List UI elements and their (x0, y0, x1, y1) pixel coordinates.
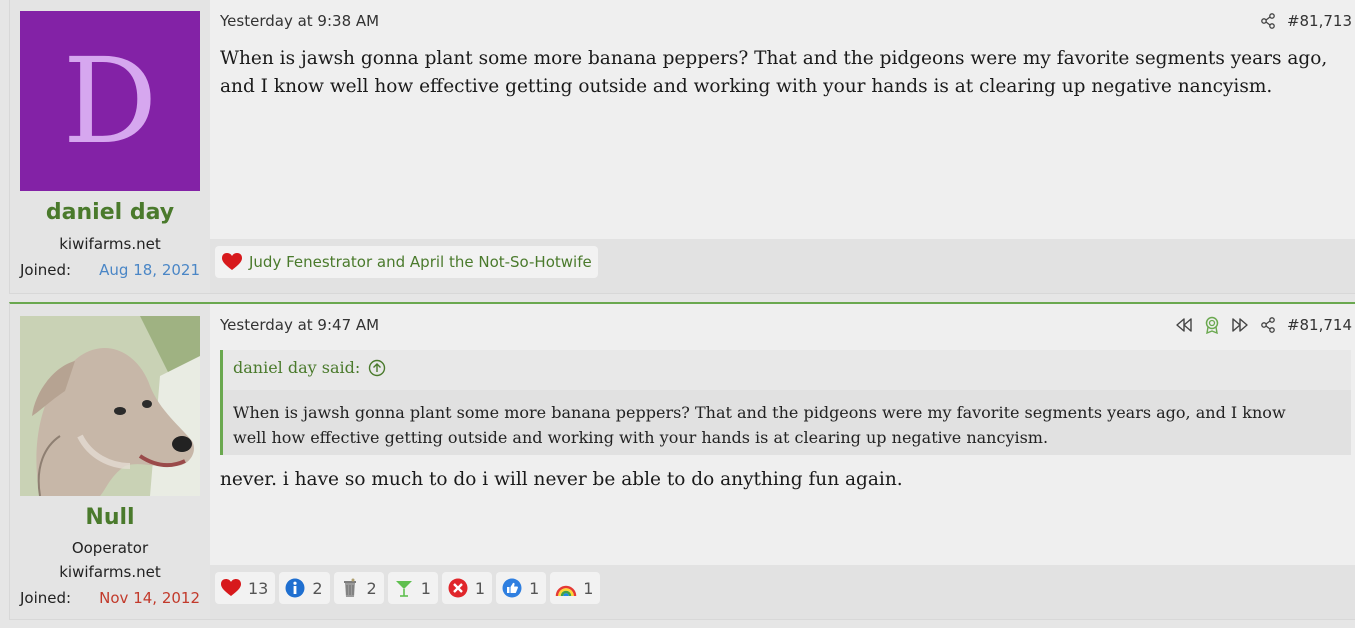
reaction-count: 1 (420, 578, 431, 598)
post-number[interactable]: #81,713 (1287, 12, 1352, 30)
reaction-count: 13 (248, 578, 269, 598)
reaction-bar: Judy Fenestrator and April the Not-So-Ho… (210, 239, 1355, 293)
thumbs-up-icon (501, 577, 523, 599)
rainbow-icon (555, 577, 577, 599)
reaction-count: 2 (366, 578, 377, 598)
reaction-summary[interactable]: Judy Fenestrator and April the Not-So-Ho… (215, 246, 598, 278)
joined-label: Joined: (20, 261, 72, 279)
heart-icon (221, 251, 243, 273)
post: D daniel day kiwifarms.net Joined: Aug 1… (9, 0, 1355, 294)
reaction-count: 1 (583, 578, 594, 598)
message-area: Yesterday at 9:38 AM #81,713 When is jaw… (210, 0, 1355, 293)
share-icon[interactable] (1259, 12, 1277, 30)
quote-block: daniel day said: When is jawsh gonna pla… (220, 350, 1351, 455)
quote-header[interactable]: daniel day said: (233, 358, 386, 377)
user-sidebar: Null Ooperator kiwifarms.net Joined: Nov… (10, 304, 210, 619)
post-actions: #81,713 (1259, 12, 1352, 30)
reaction-count: 1 (529, 578, 540, 598)
info-icon (284, 577, 306, 599)
trash-can-icon (339, 577, 361, 599)
post-number[interactable]: #81,714 (1287, 316, 1352, 334)
username[interactable]: daniel day (10, 200, 210, 225)
x-mark-icon (447, 577, 469, 599)
heart-icon (220, 577, 242, 599)
reaction-bar: 13 2 2 1 1 1 1 (210, 565, 1355, 619)
user-site: kiwifarms.net (59, 235, 161, 253)
joined-date: Nov 14, 2012 (99, 589, 200, 607)
reaction-martini[interactable]: 1 (387, 572, 438, 604)
dog-avatar-image (20, 316, 200, 496)
post-date[interactable]: Yesterday at 9:38 AM (220, 12, 379, 30)
martini-icon (393, 577, 415, 599)
arrow-up-circle-icon[interactable] (368, 359, 386, 377)
reaction-thumbs-up[interactable]: 1 (496, 572, 547, 604)
award-icon[interactable] (1203, 316, 1221, 334)
reaction-count: 1 (474, 578, 486, 598)
post-actions: #81,714 (1175, 316, 1352, 334)
reaction-x[interactable]: 1 (441, 572, 493, 604)
quote-author[interactable]: daniel day said: (233, 358, 360, 377)
user-title: Ooperator (71, 539, 149, 557)
fast-forward-icon[interactable] (1231, 316, 1249, 334)
reaction-trash[interactable]: 2 (333, 572, 384, 604)
username[interactable]: Null (10, 505, 210, 530)
reaction-summary-text[interactable]: Judy Fenestrator and April the Not-So-Ho… (249, 253, 592, 271)
joined-date: Aug 18, 2021 (99, 261, 200, 279)
post-body: never. i have so much to do i will never… (220, 469, 903, 490)
rewind-icon[interactable] (1175, 316, 1193, 334)
avatar[interactable]: D (20, 11, 200, 191)
reaction-rainbow[interactable]: 1 (550, 572, 601, 604)
reaction-info[interactable]: 2 (279, 572, 330, 604)
share-icon[interactable] (1259, 316, 1277, 334)
quote-text: When is jawsh gonna plant some more bana… (223, 390, 1351, 455)
avatar[interactable] (20, 316, 200, 496)
reaction-count: 2 (312, 578, 323, 598)
post: Null Ooperator kiwifarms.net Joined: Nov… (9, 302, 1355, 620)
user-site: kiwifarms.net (59, 563, 161, 581)
avatar-letter: D (62, 32, 158, 170)
joined-label: Joined: (20, 589, 72, 607)
reaction-heart[interactable]: 13 (215, 572, 276, 604)
reactions-list: 13 2 2 1 1 1 1 (215, 572, 601, 604)
post-body: When is jawsh gonna plant some more bana… (220, 48, 1328, 97)
message-area: Yesterday at 9:47 AM #81,714 daniel day … (210, 304, 1355, 619)
user-sidebar: D daniel day kiwifarms.net Joined: Aug 1… (10, 0, 210, 293)
post-date[interactable]: Yesterday at 9:47 AM (220, 316, 379, 334)
